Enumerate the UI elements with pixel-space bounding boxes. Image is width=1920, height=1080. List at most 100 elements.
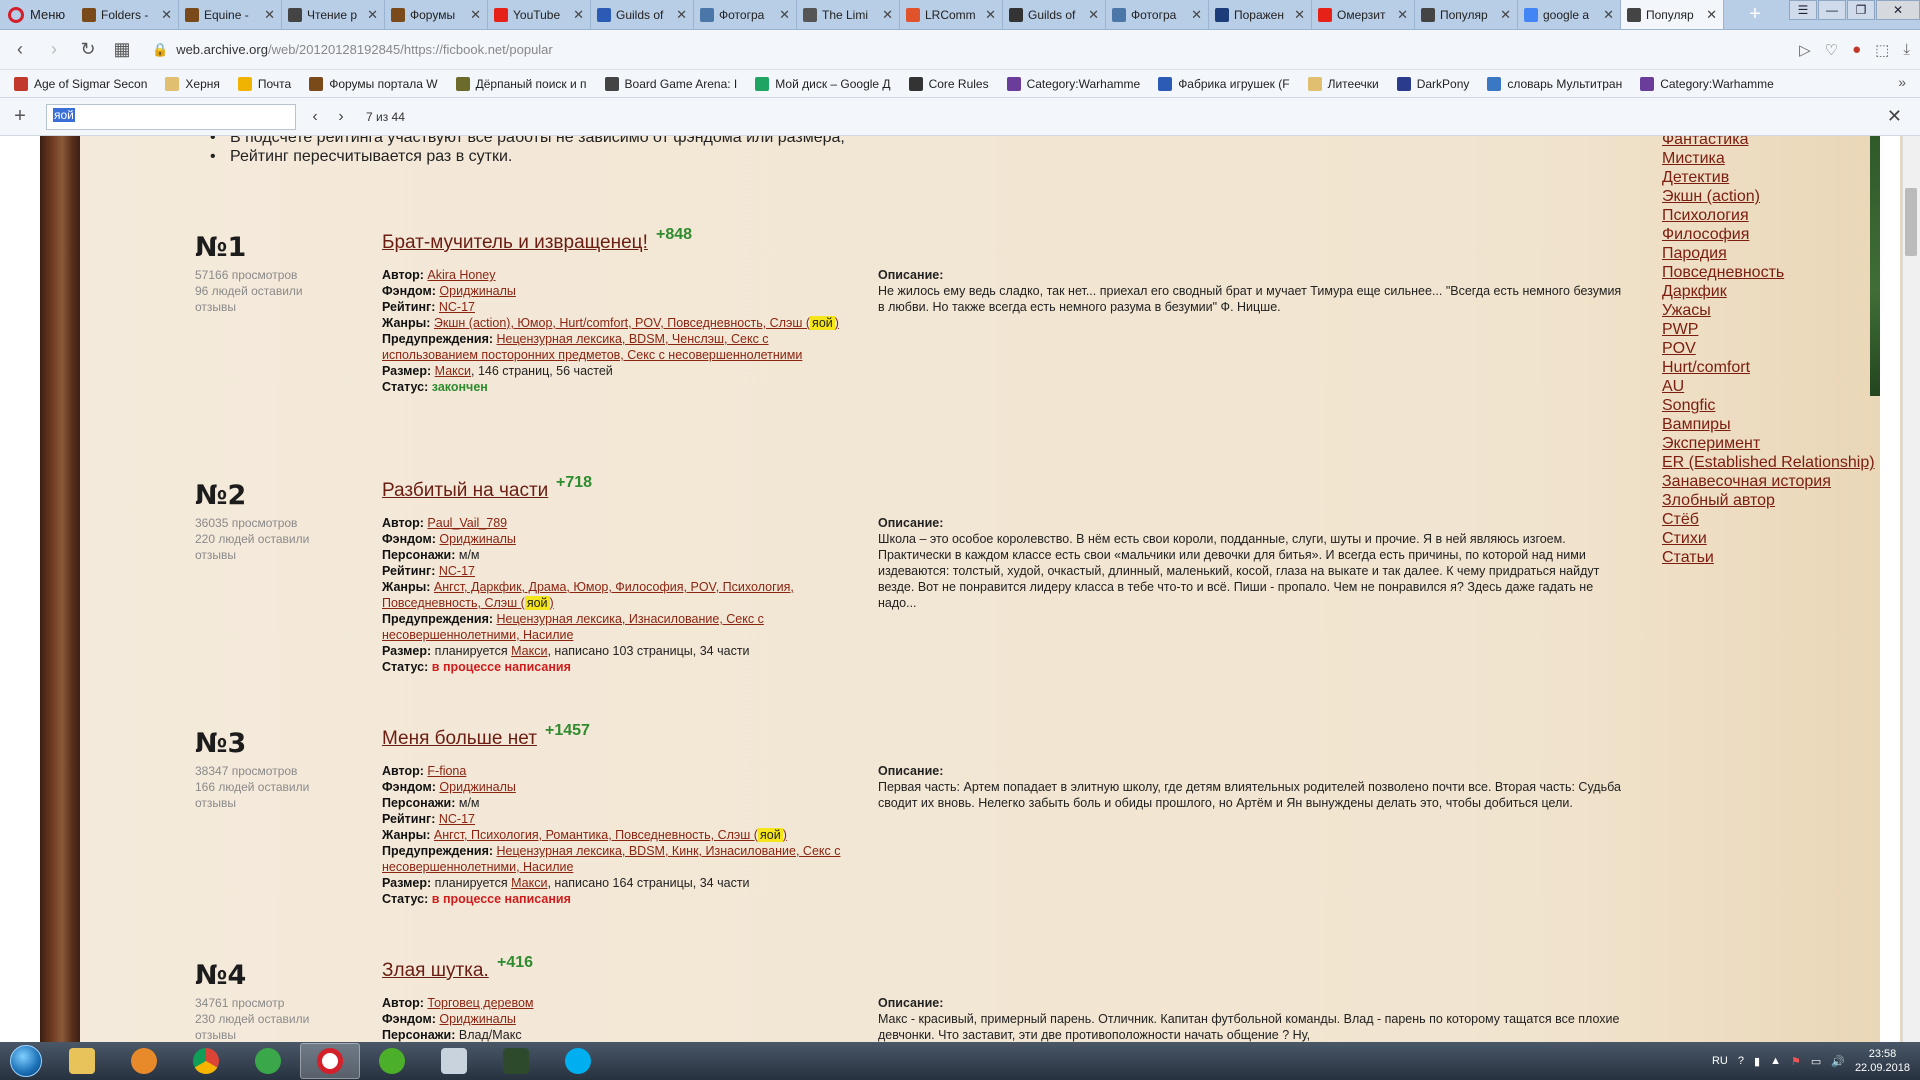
bookmark-item[interactable]: Почта xyxy=(237,76,291,91)
bookmark-item[interactable]: Мой диск – Google Д xyxy=(755,76,891,91)
category-link[interactable]: Пародия xyxy=(1662,244,1875,263)
taskbar-explorer[interactable] xyxy=(52,1043,112,1079)
tab-close-icon[interactable]: ✕ xyxy=(676,7,687,23)
tab-close-icon[interactable]: ✕ xyxy=(882,7,893,23)
rating-link[interactable]: NC-17 xyxy=(439,812,475,826)
maximize-button[interactable]: ❐ xyxy=(1847,0,1875,20)
tab-close-icon[interactable]: ✕ xyxy=(1500,7,1511,23)
bookmark-item[interactable]: DarkPony xyxy=(1396,76,1469,91)
tab-close-icon[interactable]: ✕ xyxy=(161,7,172,23)
fic-title-link[interactable]: Разбитый на части xyxy=(382,480,548,502)
taskbar-calculator[interactable] xyxy=(424,1043,484,1079)
taskbar-skype[interactable] xyxy=(548,1043,608,1079)
bookmark-item[interactable]: Херня xyxy=(165,76,220,91)
fandom-link[interactable]: Ориджиналы xyxy=(439,532,515,546)
category-link[interactable]: Повседневность xyxy=(1662,263,1875,282)
author-link[interactable]: Торговец деревом xyxy=(427,996,533,1010)
size-link[interactable]: Макси xyxy=(511,876,547,890)
author-link[interactable]: Paul_Vail_789 xyxy=(427,516,507,530)
close-window-button[interactable]: ✕ xyxy=(1876,0,1920,20)
browser-tab[interactable]: Омерзит ✕ xyxy=(1312,0,1415,29)
find-next-icon[interactable]: › xyxy=(334,108,348,126)
reload-icon[interactable]: ↻ xyxy=(78,39,98,60)
bookmark-item[interactable]: Core Rules xyxy=(908,76,989,91)
tab-close-icon[interactable]: ✕ xyxy=(367,7,378,23)
category-link[interactable]: Ужасы xyxy=(1662,301,1875,320)
browser-tab[interactable]: Форумы ✕ xyxy=(385,0,488,29)
category-link[interactable]: Занавесочная история xyxy=(1662,472,1875,491)
category-link[interactable]: Психология xyxy=(1662,206,1875,225)
taskbar-utorrent[interactable] xyxy=(362,1043,422,1079)
tab-close-icon[interactable]: ✕ xyxy=(1294,7,1305,23)
volume-icon[interactable]: 🔊 xyxy=(1831,1055,1845,1068)
tab-close-icon[interactable]: ✕ xyxy=(1397,7,1408,23)
browser-tab[interactable]: Equine - ✕ xyxy=(179,0,282,29)
category-link[interactable]: Детектив xyxy=(1662,168,1875,187)
flag-icon[interactable]: ⚑ xyxy=(1791,1055,1801,1068)
browser-tab[interactable]: Guilds of ✕ xyxy=(591,0,694,29)
tab-menu-button[interactable]: ☰ xyxy=(1789,0,1817,20)
bookmark-item[interactable]: Board Game Arena: I xyxy=(604,76,737,91)
category-link[interactable]: AU xyxy=(1662,377,1875,396)
speed-dial-icon[interactable]: ▦ xyxy=(112,39,132,60)
size-link[interactable]: Макси xyxy=(511,644,547,658)
browser-tab[interactable]: Поражен ✕ xyxy=(1209,0,1312,29)
tab-close-icon[interactable]: ✕ xyxy=(1603,7,1614,23)
fandom-link[interactable]: Ориджиналы xyxy=(439,284,515,298)
genre-links[interactable]: Ангст, Психология, Романтика, Повседневн… xyxy=(434,828,758,842)
category-link[interactable]: ER (Established Relationship) xyxy=(1662,453,1875,472)
browser-tab[interactable]: Folders - ✕ xyxy=(76,0,179,29)
category-link[interactable]: Вампиры xyxy=(1662,415,1875,434)
category-link[interactable]: Songfic xyxy=(1662,396,1875,415)
page-scrollbar[interactable] xyxy=(1902,136,1920,1042)
find-prev-icon[interactable]: ‹ xyxy=(308,108,322,126)
browser-tab[interactable]: Чтение р ✕ xyxy=(282,0,385,29)
bookmark-item[interactable]: Форумы портала W xyxy=(309,76,438,91)
extension-icon[interactable]: ⬚ xyxy=(1875,41,1889,59)
category-link[interactable]: Hurt/comfort xyxy=(1662,358,1875,377)
minimize-button[interactable]: — xyxy=(1818,0,1846,20)
genre-links[interactable]: Ангст, Даркфик, Драма, Юмор, Философия, … xyxy=(382,580,794,610)
tab-close-icon[interactable]: ✕ xyxy=(1706,7,1717,23)
taskbar-media-player[interactable] xyxy=(114,1043,174,1079)
taskbar-chrome[interactable] xyxy=(176,1043,236,1079)
heart-icon[interactable]: ♡ xyxy=(1825,41,1838,59)
rating-link[interactable]: NC-17 xyxy=(439,564,475,578)
category-link[interactable]: POV xyxy=(1662,339,1875,358)
category-link[interactable]: Фантастика xyxy=(1662,136,1875,149)
rating-link[interactable]: NC-17 xyxy=(439,300,475,314)
author-link[interactable]: F-fiona xyxy=(427,764,466,778)
browser-tab[interactable]: Популяр ✕ xyxy=(1415,0,1518,29)
category-link[interactable]: Экшн (action) xyxy=(1662,187,1875,206)
browser-tab[interactable]: Фотогра ✕ xyxy=(1106,0,1209,29)
browser-menu-button[interactable]: Меню xyxy=(0,0,76,29)
power-icon[interactable]: ▭ xyxy=(1811,1055,1821,1068)
category-link[interactable]: Статьи xyxy=(1662,548,1875,567)
fic-title-link[interactable]: Злая шутка. xyxy=(382,960,489,982)
category-link[interactable]: Философия xyxy=(1662,225,1875,244)
tab-close-icon[interactable]: ✕ xyxy=(985,7,996,23)
category-link[interactable]: Стёб xyxy=(1662,510,1875,529)
bookmark-item[interactable]: Category:Warhamme xyxy=(1006,76,1140,91)
bookmark-item[interactable]: Фабрика игрушек (F xyxy=(1158,76,1290,91)
browser-tab[interactable]: Фотогра ✕ xyxy=(694,0,797,29)
download-icon[interactable]: ⤓ xyxy=(1903,41,1910,58)
bookmarks-overflow-icon[interactable]: » xyxy=(1898,74,1906,90)
bookmark-item[interactable]: словарь Мультитран xyxy=(1487,76,1622,91)
tray-arrow-icon[interactable]: ▲ xyxy=(1770,1055,1781,1067)
find-input[interactable]: яой xyxy=(46,103,296,130)
forward-icon[interactable]: › xyxy=(44,39,64,60)
clock[interactable]: 23:58 22.09.2018 xyxy=(1855,1047,1910,1075)
help-icon[interactable]: ? xyxy=(1738,1055,1744,1067)
fic-title-link[interactable]: Брат-мучитель и извращенец! xyxy=(382,232,648,254)
network-icon[interactable]: ▮ xyxy=(1754,1055,1760,1068)
taskbar-opera[interactable] xyxy=(300,1043,360,1079)
category-link[interactable]: Мистика xyxy=(1662,149,1875,168)
browser-tab[interactable]: LRComm ✕ xyxy=(900,0,1003,29)
category-link[interactable]: Злобный автор xyxy=(1662,491,1875,510)
find-close-icon[interactable]: ✕ xyxy=(1887,106,1902,127)
fandom-link[interactable]: Ориджиналы xyxy=(439,780,515,794)
size-link[interactable]: Макси xyxy=(435,364,471,378)
tab-close-icon[interactable]: ✕ xyxy=(470,7,481,23)
taskbar-globe-app[interactable] xyxy=(238,1043,298,1079)
